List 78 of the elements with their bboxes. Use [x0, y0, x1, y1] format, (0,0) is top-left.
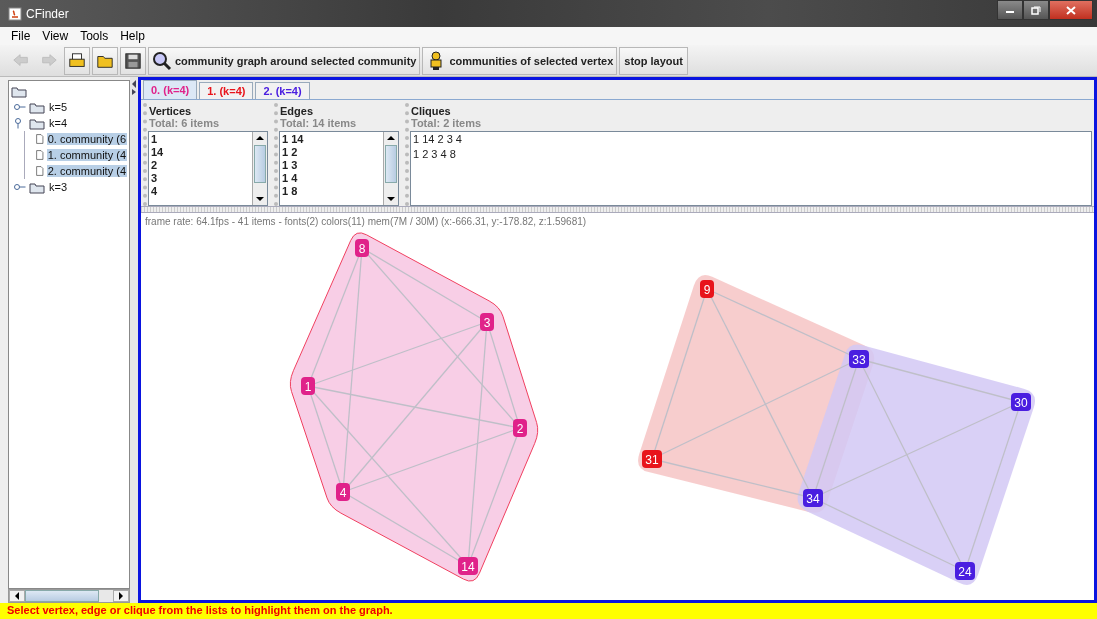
java-cup-icon: [8, 6, 22, 21]
vertex-node[interactable]: 2: [513, 419, 527, 437]
menu-item[interactable]: View: [42, 29, 69, 43]
menu-item[interactable]: Help: [120, 29, 145, 43]
scrollbar-thumb[interactable]: [385, 145, 397, 183]
menu-item[interactable]: File: [11, 29, 31, 43]
toolbar-button[interactable]: [92, 46, 118, 75]
tab[interactable]: 1. (k=4): [199, 82, 254, 99]
list-count: Total: 6 items: [148, 117, 221, 131]
vertex-node[interactable]: 14: [458, 557, 478, 575]
menu-item[interactable]: Tools: [80, 29, 109, 43]
folder-icon: [29, 180, 45, 194]
window-title: CFinder: [26, 6, 69, 21]
vertex-node[interactable]: 9: [700, 280, 714, 298]
list-title: Cliques: [410, 104, 452, 117]
tree-item[interactable]: 0. community (6: [46, 133, 127, 145]
list-item[interactable]: 4: [151, 185, 250, 198]
magnifier-icon: [152, 50, 172, 71]
close-button[interactable]: [1049, 0, 1093, 20]
close-icon: [1066, 5, 1076, 15]
vertex-node[interactable]: 4: [336, 483, 350, 501]
list-title: Vertices: [148, 104, 193, 117]
tab[interactable]: 2. (k=4): [255, 82, 310, 99]
horizontal-scrollbar[interactable]: [8, 589, 130, 603]
scrollbar-thumb[interactable]: [254, 145, 266, 183]
folder-icon: [11, 84, 27, 98]
vertical-scrollbar[interactable]: [252, 132, 267, 205]
list-item[interactable]: 1 3: [282, 159, 381, 172]
tree-item[interactable]: k=3: [48, 181, 69, 193]
vertex-node[interactable]: 31: [642, 450, 662, 468]
vertex-node[interactable]: 34: [803, 489, 823, 507]
folder-icon: [29, 100, 45, 114]
list-item[interactable]: 1 14 2 3 4: [413, 133, 1089, 148]
toolbar-button[interactable]: stop layout: [619, 46, 688, 75]
splitter-handle[interactable]: [141, 206, 1094, 213]
list-item[interactable]: 1 4: [282, 172, 381, 185]
right-arrow-icon: [117, 591, 125, 601]
list-title: Edges: [279, 104, 314, 117]
tree-item[interactable]: 1. community (4: [46, 149, 127, 161]
down-arrow-icon: [255, 195, 265, 203]
list-item[interactable]: 1 14: [282, 133, 381, 146]
folder-icon: [29, 116, 45, 130]
list-count: Total: 14 items: [279, 117, 358, 131]
list-item[interactable]: 14: [151, 146, 250, 159]
toolbar-button[interactable]: community graph around selected community: [148, 46, 421, 75]
frame-info: frame rate: 64.1fps - 41 items - fonts(2) colors(11) mem(7M / 30M) (x:-666.31, y:-178.82, z:1.59681): [145, 216, 587, 227]
up-arrow-icon: [255, 134, 265, 142]
minimize-button[interactable]: [997, 0, 1023, 20]
vertex-node[interactable]: 3: [480, 313, 494, 331]
tree-item[interactable]: k=4: [48, 117, 69, 129]
list-item[interactable]: 2: [151, 159, 250, 172]
list-count: Total: 2 items: [410, 117, 483, 131]
status-message: Select vertex, edge or clique from the lists to highlight them on the graph.: [0, 603, 1097, 619]
left-arrow-icon: [13, 591, 21, 601]
vertex-node[interactable]: 8: [355, 239, 369, 257]
tree-item[interactable]: 2. community (4: [46, 165, 127, 177]
vertex-node[interactable]: 30: [1011, 393, 1031, 411]
up-arrow-icon: [386, 134, 396, 142]
toolbar-button[interactable]: communities of selected vertex: [422, 46, 618, 75]
list-item[interactable]: 1 2: [282, 146, 381, 159]
scrollbar-thumb[interactable]: [25, 590, 99, 602]
vertical-scrollbar[interactable]: [383, 132, 398, 205]
list-item[interactable]: 1: [151, 133, 250, 146]
restore-button[interactable]: [1023, 0, 1049, 20]
vertex-node[interactable]: 1: [301, 377, 315, 395]
toolbar-button[interactable]: [64, 46, 90, 75]
list-item[interactable]: 1 2 3 4 8: [413, 148, 1089, 163]
tree-item[interactable]: k=5: [48, 101, 69, 113]
list-item[interactable]: 3: [151, 172, 250, 185]
restore-icon: [1031, 5, 1041, 15]
collapse-arrows-icon: [131, 79, 137, 95]
splitter-handle[interactable]: [130, 77, 138, 603]
vertex-node[interactable]: 33: [849, 350, 869, 368]
down-arrow-icon: [386, 195, 396, 203]
list-item[interactable]: 1 8: [282, 185, 381, 198]
tab[interactable]: 0. (k=4): [143, 80, 198, 99]
vertex-node[interactable]: 24: [955, 562, 975, 580]
toolbar-button[interactable]: [120, 46, 146, 75]
